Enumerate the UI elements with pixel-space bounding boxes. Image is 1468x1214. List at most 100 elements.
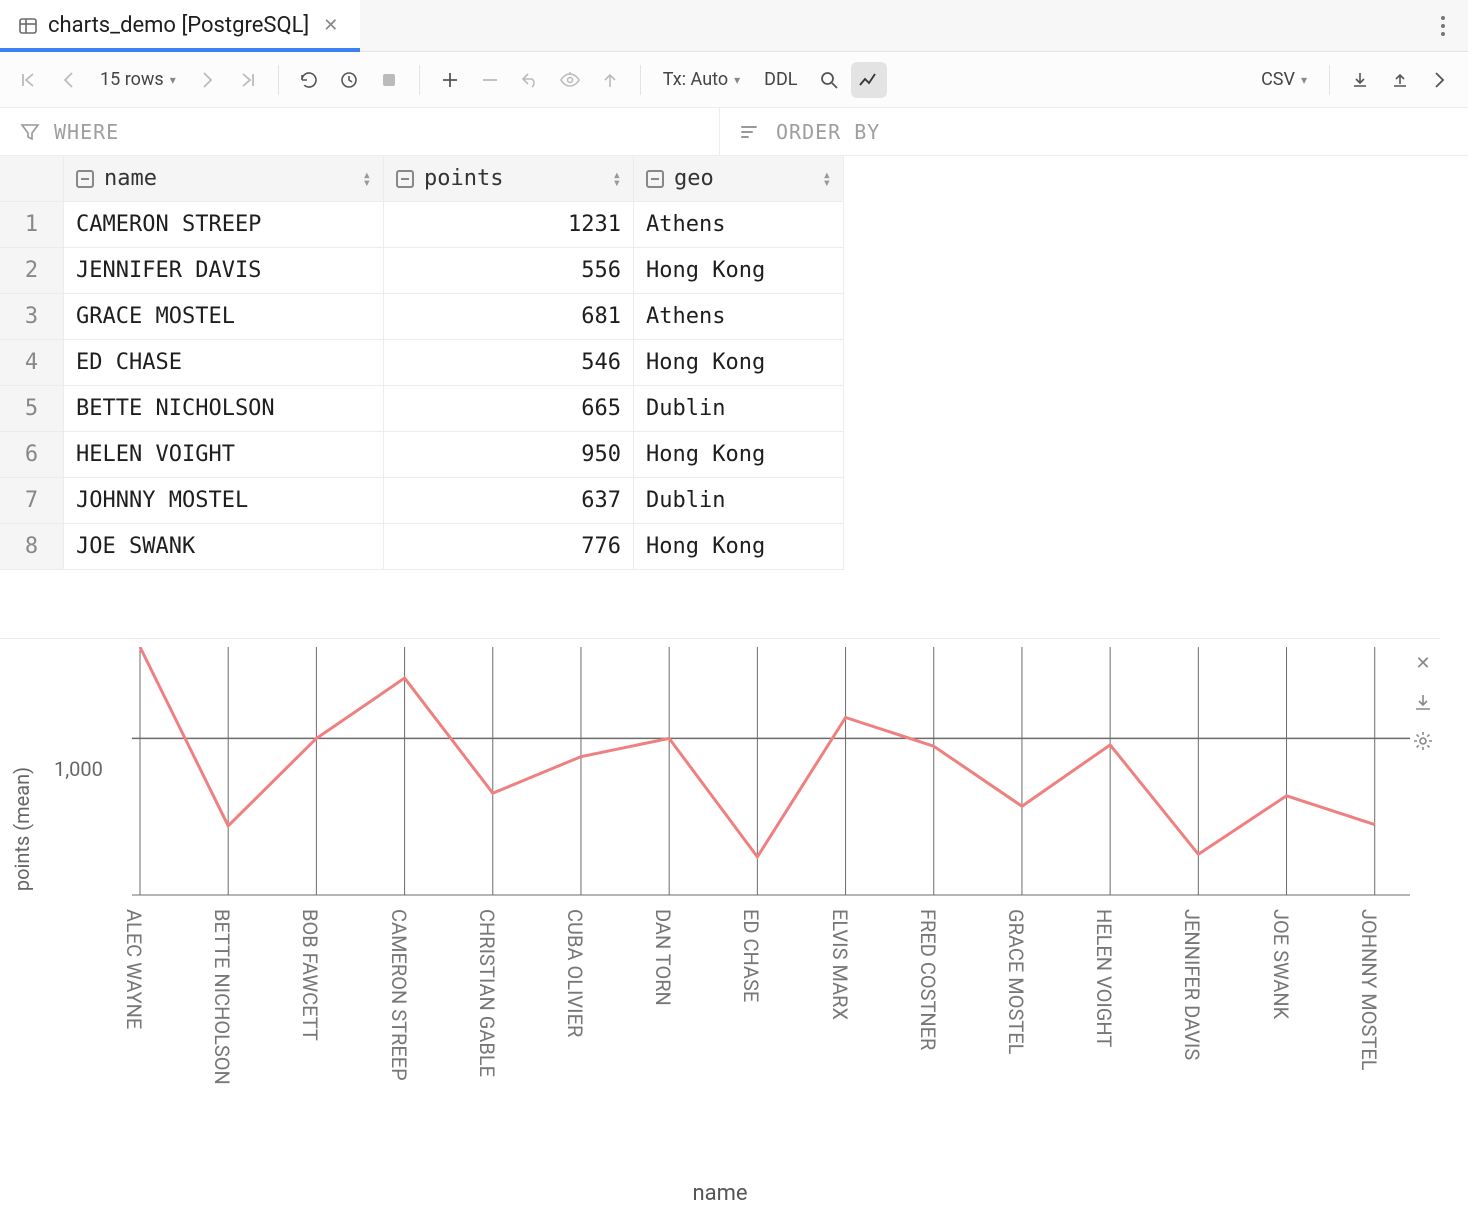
chart-plot: [0, 647, 1430, 907]
tab-close-button[interactable]: ✕: [319, 15, 342, 36]
chart-xtick: GRACE MOSTEL: [1004, 909, 1028, 1054]
table-icon: [18, 16, 38, 36]
cell-name[interactable]: JOE SWANK: [64, 524, 384, 570]
filter-bar: WHERE ORDER BY: [0, 108, 1468, 156]
delete-row-button[interactable]: [472, 62, 508, 98]
expand-button[interactable]: [1422, 62, 1458, 98]
cell-geo[interactable]: Dublin: [634, 478, 844, 524]
cell-points[interactable]: 665: [384, 386, 634, 432]
chart-xtick: CHRISTIAN GABLE: [475, 909, 499, 1077]
cell-geo[interactable]: Hong Kong: [634, 432, 844, 478]
cell-geo[interactable]: Athens: [634, 202, 844, 248]
where-filter[interactable]: WHERE: [0, 108, 720, 155]
revert-button[interactable]: [512, 62, 548, 98]
row-number[interactable]: 3: [0, 294, 64, 340]
result-table: name ▴▾ points ▴▾ geo ▴▾ 1CAMERON STREEP…: [0, 156, 1468, 570]
ddl-button[interactable]: DDL: [754, 69, 807, 90]
cell-points[interactable]: 950: [384, 432, 634, 478]
chart-panel: points (mean) 1,000 ALEC WAYNEBETTE NICH…: [0, 638, 1440, 1214]
column-icon: [646, 170, 664, 188]
stop-button[interactable]: [371, 62, 407, 98]
editor-tabbar: charts_demo [PostgreSQL] ✕: [0, 0, 1468, 52]
column-label: name: [104, 166, 157, 191]
chevron-down-icon: ▾: [170, 73, 176, 87]
column-label: geo: [674, 166, 714, 191]
row-number[interactable]: 4: [0, 340, 64, 386]
funnel-icon: [20, 122, 40, 142]
cell-points[interactable]: 776: [384, 524, 634, 570]
chevron-down-icon: ▾: [1301, 73, 1307, 87]
tab-charts-demo[interactable]: charts_demo [PostgreSQL] ✕: [0, 0, 360, 51]
tx-mode-label: Tx: Auto: [663, 69, 728, 90]
chart-xtick: BETTE NICHOLSON: [210, 909, 234, 1085]
cell-name[interactable]: BETTE NICHOLSON: [64, 386, 384, 432]
cell-points[interactable]: 681: [384, 294, 634, 340]
last-page-button[interactable]: [230, 62, 266, 98]
chart-xtick: HELEN VOIGHT: [1092, 909, 1116, 1047]
column-label: points: [424, 166, 503, 191]
cell-points[interactable]: 637: [384, 478, 634, 524]
upload-button[interactable]: [1382, 62, 1418, 98]
chart-download-button[interactable]: [1413, 692, 1433, 712]
cell-name[interactable]: ED CHASE: [64, 340, 384, 386]
row-number[interactable]: 6: [0, 432, 64, 478]
chart-xlabels: ALEC WAYNEBETTE NICHOLSONBOB FAWCETTCAME…: [140, 909, 1410, 1169]
orderby-filter[interactable]: ORDER BY: [720, 108, 900, 155]
cell-geo[interactable]: Athens: [634, 294, 844, 340]
chart-xtick: ALEC WAYNE: [122, 909, 146, 1029]
cell-name[interactable]: CAMERON STREEP: [64, 202, 384, 248]
sort-icon: [740, 123, 762, 141]
download-button[interactable]: [1342, 62, 1378, 98]
chart-xtick: JOHNNY MOSTEL: [1357, 909, 1381, 1070]
cell-points[interactable]: 556: [384, 248, 634, 294]
cell-geo[interactable]: Hong Kong: [634, 524, 844, 570]
cell-points[interactable]: 1231: [384, 202, 634, 248]
column-header-points[interactable]: points ▴▾: [384, 156, 634, 202]
row-number[interactable]: 8: [0, 524, 64, 570]
cell-geo[interactable]: Dublin: [634, 386, 844, 432]
cell-name[interactable]: JOHNNY MOSTEL: [64, 478, 384, 524]
tab-title: charts_demo [PostgreSQL]: [48, 13, 309, 38]
row-number[interactable]: 1: [0, 202, 64, 248]
corner-cell[interactable]: [0, 156, 64, 202]
tabbar-more-button[interactable]: [1418, 15, 1468, 37]
sort-icon: ▴▾: [363, 171, 371, 187]
cell-points[interactable]: 546: [384, 340, 634, 386]
cell-geo[interactable]: Hong Kong: [634, 340, 844, 386]
column-icon: [396, 170, 414, 188]
submit-button[interactable]: [592, 62, 628, 98]
chart-side-controls: ✕: [1412, 653, 1434, 752]
column-header-geo[interactable]: geo ▴▾: [634, 156, 844, 202]
row-number[interactable]: 7: [0, 478, 64, 524]
prev-page-button[interactable]: [50, 62, 86, 98]
row-number[interactable]: 2: [0, 248, 64, 294]
chart-xtick: CAMERON STREEP: [387, 909, 411, 1081]
reload-button[interactable]: [291, 62, 327, 98]
row-number[interactable]: 5: [0, 386, 64, 432]
search-button[interactable]: [811, 62, 847, 98]
chart-xlabel: name: [0, 1181, 1440, 1206]
history-button[interactable]: [331, 62, 367, 98]
orderby-label: ORDER BY: [776, 120, 880, 144]
chart-xtick: BOB FAWCETT: [298, 909, 322, 1041]
chart-close-button[interactable]: ✕: [1415, 653, 1430, 674]
chevron-down-icon: ▾: [734, 73, 740, 87]
tx-mode-dropdown[interactable]: Tx: Auto ▾: [653, 69, 750, 90]
chart-xtick: JENNIFER DAVIS: [1180, 909, 1204, 1060]
chart-xtick: CUBA OLIVIER: [563, 909, 587, 1037]
chart-settings-button[interactable]: [1412, 730, 1434, 752]
cell-name[interactable]: JENNIFER DAVIS: [64, 248, 384, 294]
cell-name[interactable]: HELEN VOIGHT: [64, 432, 384, 478]
first-page-button[interactable]: [10, 62, 46, 98]
export-format-dropdown[interactable]: CSV ▾: [1251, 69, 1317, 90]
cell-geo[interactable]: Hong Kong: [634, 248, 844, 294]
chart-xtick: FRED COSTNER: [916, 909, 940, 1050]
preview-button[interactable]: [552, 62, 588, 98]
column-icon: [76, 170, 94, 188]
rows-count-dropdown[interactable]: 15 rows ▾: [90, 69, 186, 90]
cell-name[interactable]: GRACE MOSTEL: [64, 294, 384, 340]
add-row-button[interactable]: [432, 62, 468, 98]
show-chart-button[interactable]: [851, 62, 887, 98]
column-header-name[interactable]: name ▴▾: [64, 156, 384, 202]
next-page-button[interactable]: [190, 62, 226, 98]
